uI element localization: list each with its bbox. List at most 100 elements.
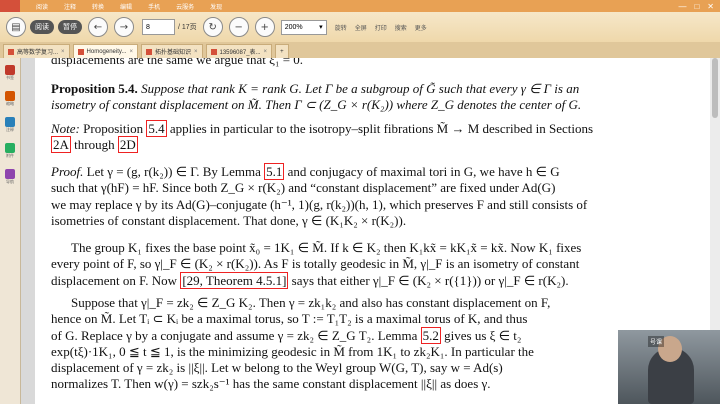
main-toolbar: ▤ 阅读 暂停 ← → 8 / 17页 ↻ − + 200% ▾ 旋转 全屏 打印… (0, 12, 720, 42)
pause-button[interactable]: 暂停 (58, 20, 82, 34)
zoom-select[interactable]: 200% ▾ (280, 19, 327, 35)
note-line-2: 2A through 2D (51, 136, 138, 153)
tab-document-3[interactable]: 拓扑基础知识 × (140, 44, 203, 58)
sidebar-item-label: 附件 (6, 153, 14, 158)
proposition-line-2: isometry of constant displacement on M̃.… (51, 97, 582, 112)
menu-item-convert[interactable]: 转换 (92, 2, 104, 11)
tab-label: 高等数学复习... (17, 50, 59, 56)
left-sidebar: 书签 缩略 注释 附件 导航 (0, 58, 21, 404)
pdf-icon (8, 48, 14, 55)
paragraph-text: displacement on F. Now (51, 273, 181, 288)
tab-document-2[interactable]: Homogeneity... × (72, 44, 138, 58)
maximize-icon[interactable]: □ (694, 2, 699, 11)
proof-line-3: we may replace γ by its Ad(G)–conjugate … (51, 197, 588, 212)
paragraph-text: says that either γ|_F ∈ (K₂ × r({1})) or… (288, 273, 569, 288)
menu-item-cloud[interactable]: 云服务 (176, 2, 194, 11)
plus-icon: + (280, 48, 284, 55)
proof-text: Let γ = (g, r(k₂)) ∈ Γ. By Lemma (83, 164, 265, 179)
tab-label: Homogeneity... (86, 48, 127, 55)
sidebar-item-label: 注释 (6, 127, 14, 132)
menu-item-annotate[interactable]: 注释 (64, 2, 76, 11)
paragraph-text: of G. Replace γ by a conjugate and assum… (51, 328, 421, 343)
ref-link-lemma[interactable]: 5.2 (420, 327, 441, 344)
tab-document-1[interactable]: 高等数学复习... × (3, 44, 70, 58)
close-icon[interactable]: × (129, 49, 133, 55)
proof-line-1: Proof. Let γ = (g, r(k₂)) ∈ Γ. By Lemma … (51, 163, 560, 180)
paragraph-line: displacement of γ = zk₂ is ||ξ||. Let w … (51, 360, 503, 375)
proof-text: and conjugacy of maximal tori in G, we h… (284, 164, 560, 179)
app-logo (0, 0, 20, 12)
note-text: applies in particular to the isotropy–sp… (166, 121, 594, 136)
navigation-icon (5, 169, 15, 179)
close-icon[interactable]: × (264, 49, 268, 55)
proposition-heading: Proposition 5.4. (51, 81, 138, 96)
sidebar-item-label: 导航 (6, 179, 14, 184)
ref-link-citation[interactable]: [29, Theorem 4.5.1] (180, 272, 289, 289)
forward-icon[interactable]: → (114, 17, 134, 37)
note-label: Note: (51, 121, 80, 136)
sidebar-item-label: 书签 (6, 75, 14, 80)
open-file-icon[interactable]: ▤ (6, 17, 26, 37)
menu-item-discover[interactable]: 发现 (210, 2, 222, 11)
document-page: displacements are the same we argue that… (35, 58, 710, 404)
close-icon[interactable]: ✕ (707, 2, 714, 11)
ref-link-section[interactable]: 2A (51, 136, 71, 153)
zoom-in-icon[interactable]: + (254, 17, 275, 37)
bookmark-icon (5, 65, 15, 75)
sidebar-item-annotations[interactable]: 注释 (0, 114, 20, 136)
toolbar-label-fullscreen[interactable]: 全屏 (355, 23, 367, 32)
proposition-text: Suppose that rank K = rank G. Let Γ be a… (141, 81, 580, 96)
read-mode-button[interactable]: 阅读 (30, 20, 54, 34)
minimize-icon[interactable]: — (678, 2, 686, 11)
toolbar-label-search[interactable]: 搜索 (395, 23, 407, 32)
proof-line-2: such that γ(hF) = hF. Since both Z_G × r… (51, 180, 556, 195)
app-menubar: 阅读 注释 转换 编辑 手机 云服务 发现 — □ ✕ (0, 0, 720, 12)
paragraph-line: displacement on F. Now [29, Theorem 4.5.… (51, 272, 569, 289)
sidebar-item-attachments[interactable]: 附件 (0, 140, 20, 162)
close-icon[interactable]: × (194, 49, 198, 55)
scrollbar-thumb[interactable] (712, 58, 718, 118)
paragraph-line: exp(tξ)·1K₁, 0 ≦ t ≦ 1, is the minimizin… (51, 344, 534, 359)
ref-link-proposition[interactable]: 5.4 (146, 120, 167, 137)
page-number-input[interactable]: 8 (142, 19, 175, 35)
toolbar-label-print[interactable]: 打印 (375, 23, 387, 32)
menu-item-edit[interactable]: 编辑 (120, 2, 132, 11)
thumbnail-icon (5, 91, 15, 101)
rotate-icon[interactable]: ↻ (202, 17, 223, 37)
sidebar-item-navigation[interactable]: 导航 (0, 166, 20, 188)
close-icon[interactable]: × (61, 49, 65, 55)
note-text: through (70, 137, 118, 152)
paragraph-line: Suppose that γ|_F = zk₂ ∈ Z_G K₂. Then γ… (71, 295, 551, 310)
back-icon[interactable]: ← (88, 17, 108, 37)
paragraph-line: normalizes T. Then w(γ) = szk₂s⁻¹ has th… (51, 376, 491, 391)
proposition-line-1: Proposition 5.4. Suppose that rank K = r… (51, 81, 579, 97)
note-line-1: Note: Proposition 5.4 applies in particu… (51, 120, 594, 137)
tab-label: 13596087_表... (219, 50, 261, 56)
paragraph-line: of G. Replace γ by a conjugate and assum… (51, 327, 522, 344)
attachment-icon (5, 143, 15, 153)
annotation-icon (5, 117, 15, 127)
ref-link-section[interactable]: 2D (117, 136, 138, 153)
new-tab-button[interactable]: + (275, 44, 289, 58)
zoom-out-icon[interactable]: − (228, 17, 249, 37)
tab-document-4[interactable]: 13596087_表... × (205, 44, 273, 58)
document-tabs: 高等数学复习... × Homogeneity... × 拓扑基础知识 × 13596… (0, 42, 720, 58)
ref-link-lemma[interactable]: 5.1 (264, 163, 285, 180)
sidebar-item-label: 缩略 (6, 101, 14, 106)
note-text: Proposition (79, 121, 147, 136)
webcam-overlay: 号课 (618, 330, 720, 404)
sidebar-item-bookmarks[interactable]: 书签 (0, 62, 20, 84)
webcam-watermark: 号课 (648, 336, 665, 347)
menu-item-mobile[interactable]: 手机 (148, 2, 160, 11)
paragraph-line: every point of F, so γ|_F ∈ (K₂ × r(K₂))… (51, 256, 580, 271)
paragraph-text: gives us ξ ∈ t₂ (440, 328, 522, 343)
zoom-value: 200% (284, 23, 303, 31)
proof-label: Proof. (51, 164, 84, 179)
text-line: displacements are the same we argue that… (51, 58, 304, 67)
pdf-icon (77, 48, 84, 55)
toolbar-label-more[interactable]: 更多 (415, 23, 427, 32)
chevron-down-icon: ▾ (319, 24, 323, 31)
sidebar-item-thumbnails[interactable]: 缩略 (0, 88, 20, 110)
menu-item-read[interactable]: 阅读 (36, 2, 48, 11)
toolbar-label-rotate[interactable]: 旋转 (335, 23, 347, 32)
